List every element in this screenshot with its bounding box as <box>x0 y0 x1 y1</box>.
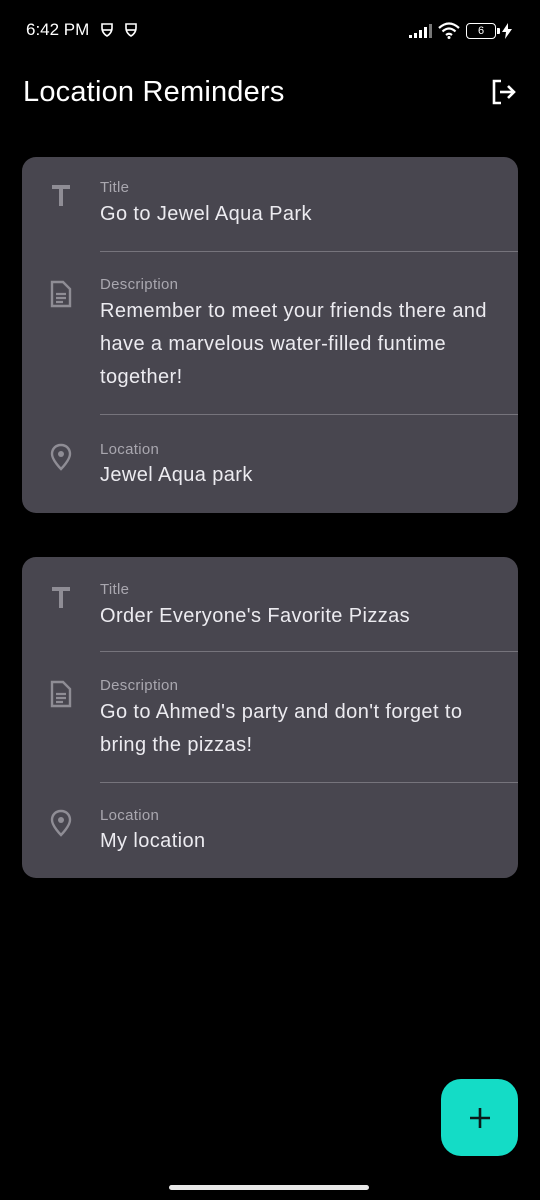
status-bar: 6:42 PM 6 <box>0 0 540 62</box>
location-pin-icon <box>48 443 74 471</box>
vpn-shield-icon <box>125 23 137 37</box>
description-row: Description Go to Ahmed's party and don'… <box>22 652 518 782</box>
page-title: Location Reminders <box>23 76 285 108</box>
reminder-card[interactable]: Title Order Everyone's Favorite Pizzas D… <box>22 557 518 878</box>
location-row: Location Jewel Aqua park <box>22 415 518 513</box>
title-icon <box>48 183 74 211</box>
vpn-shield-icon <box>101 23 113 37</box>
title-icon <box>48 585 74 613</box>
description-icon <box>48 680 74 708</box>
battery-icon: 6 <box>466 22 500 39</box>
reminder-location: My location <box>100 830 206 852</box>
logout-icon <box>492 79 516 105</box>
reminder-card[interactable]: Title Go to Jewel Aqua Park Description … <box>22 157 518 513</box>
reminder-description: Go to Ahmed's party and don't forget to … <box>100 701 463 756</box>
charging-bolt-icon <box>502 22 512 39</box>
home-indicator[interactable] <box>169 1185 369 1190</box>
plus-icon <box>469 1107 490 1128</box>
location-label: Location <box>100 807 160 824</box>
location-label: Location <box>100 441 160 458</box>
logout-button[interactable] <box>486 74 522 110</box>
add-reminder-button[interactable] <box>441 1079 518 1156</box>
location-pin-icon <box>48 809 74 837</box>
reminder-list: Title Go to Jewel Aqua Park Description … <box>22 157 518 922</box>
title-label: Title <box>100 179 130 196</box>
status-right-icons: 6 <box>408 22 512 39</box>
title-label: Title <box>100 581 130 598</box>
description-label: Description <box>100 677 179 694</box>
signal-icon <box>409 23 432 38</box>
reminder-title: Order Everyone's Favorite Pizzas <box>100 605 411 627</box>
reminder-description: Remember to meet your friends there and … <box>100 300 487 388</box>
location-row: Location My location <box>22 783 518 878</box>
wifi-icon <box>438 22 460 39</box>
title-row: Title Go to Jewel Aqua Park <box>22 157 518 251</box>
title-row: Title Order Everyone's Favorite Pizzas <box>22 557 518 651</box>
reminder-location: Jewel Aqua park <box>100 464 253 486</box>
description-icon <box>48 280 74 308</box>
description-row: Description Remember to meet your friend… <box>22 252 518 414</box>
reminder-title: Go to Jewel Aqua Park <box>100 203 312 225</box>
status-time: 6:42 PM <box>26 20 90 39</box>
status-notification-icons <box>100 22 138 38</box>
battery-level: 6 <box>477 24 485 37</box>
description-label: Description <box>100 276 179 293</box>
app-bar: Location Reminders <box>0 62 540 124</box>
